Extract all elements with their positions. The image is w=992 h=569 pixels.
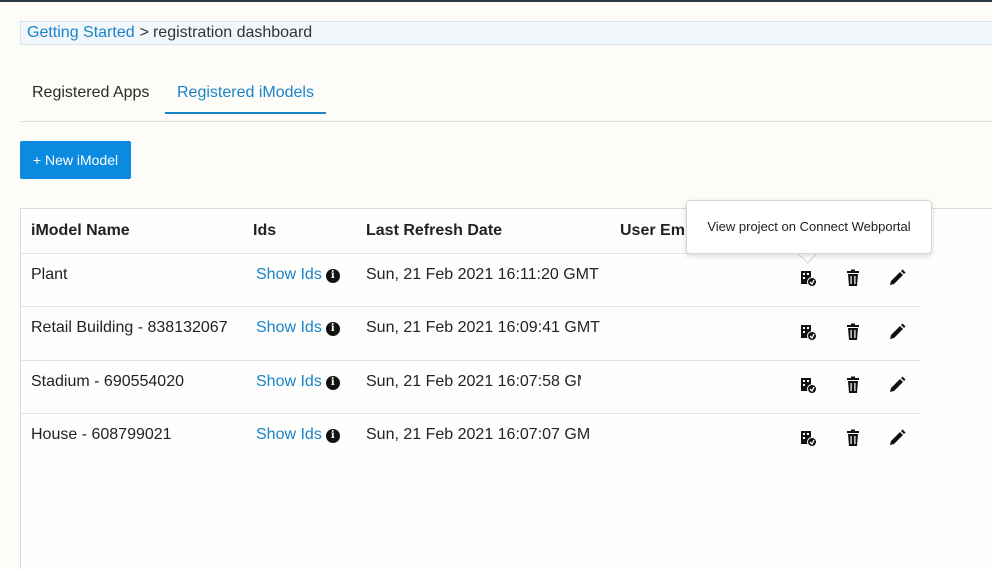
column-header-last-refresh: Last Refresh Date xyxy=(366,222,503,239)
last-refresh-date: Sun, 21 Feb 2021 16:07:58 GMT xyxy=(366,373,581,390)
info-icon[interactable]: i xyxy=(325,429,340,443)
new-imodel-button[interactable]: + New iModel xyxy=(20,141,131,179)
pencil-icon[interactable] xyxy=(887,322,907,342)
breadcrumb-link-getting-started[interactable]: Getting Started xyxy=(27,24,135,41)
last-refresh-date: Sun, 21 Feb 2021 16:07:07 GMT xyxy=(366,426,590,443)
show-ids-cell: Show Ids i xyxy=(256,426,340,444)
pencil-icon[interactable] xyxy=(887,428,907,448)
column-header-ids: Ids xyxy=(253,222,277,239)
row-divider xyxy=(21,306,920,307)
show-ids-link[interactable]: Show Ids xyxy=(256,266,322,283)
breadcrumb-separator: > xyxy=(139,24,149,41)
last-refresh-date: Sun, 21 Feb 2021 16:11:20 GMT xyxy=(366,266,599,283)
show-ids-cell: Show Ids i xyxy=(256,373,340,391)
tooltip: View project on Connect Webportal xyxy=(686,200,932,254)
connect-webportal-icon[interactable] xyxy=(798,375,818,395)
show-ids-link[interactable]: Show Ids xyxy=(256,319,322,336)
tab-registered-imodels[interactable]: Registered iModels xyxy=(165,80,326,114)
row-divider xyxy=(21,413,920,414)
connect-webportal-icon[interactable] xyxy=(798,268,818,288)
imodel-name: Plant xyxy=(31,266,68,283)
imodel-name: Retail Building - 838132067 xyxy=(31,319,228,336)
trash-icon[interactable] xyxy=(843,322,863,342)
trash-icon[interactable] xyxy=(843,375,863,395)
show-ids-cell: Show Ids i xyxy=(256,319,340,337)
connect-webportal-icon[interactable] xyxy=(798,428,818,448)
show-ids-cell: Show Ids i xyxy=(256,266,340,284)
tab-divider xyxy=(20,121,992,122)
last-refresh-date: Sun, 21 Feb 2021 16:09:41 GMT xyxy=(366,319,600,336)
info-icon[interactable]: i xyxy=(325,269,340,283)
imodel-name: Stadium - 690554020 xyxy=(31,373,184,390)
info-icon[interactable]: i xyxy=(325,322,340,336)
column-header-user-email: User Em xyxy=(620,222,685,239)
pencil-icon[interactable] xyxy=(887,375,907,395)
trash-icon[interactable] xyxy=(843,268,863,288)
trash-icon[interactable] xyxy=(843,428,863,448)
connect-webportal-icon[interactable] xyxy=(798,322,818,342)
column-header-name: iModel Name xyxy=(31,222,130,239)
show-ids-link[interactable]: Show Ids xyxy=(256,373,322,390)
breadcrumb: Getting Started > registration dashboard xyxy=(20,21,992,45)
info-icon[interactable]: i xyxy=(325,376,340,390)
row-divider xyxy=(21,360,920,361)
show-ids-link[interactable]: Show Ids xyxy=(256,426,322,443)
pencil-icon[interactable] xyxy=(887,268,907,288)
imodel-name: House - 608799021 xyxy=(31,426,172,443)
top-border xyxy=(0,0,992,2)
breadcrumb-current: registration dashboard xyxy=(152,24,313,41)
tab-registered-apps[interactable]: Registered Apps xyxy=(20,80,161,114)
